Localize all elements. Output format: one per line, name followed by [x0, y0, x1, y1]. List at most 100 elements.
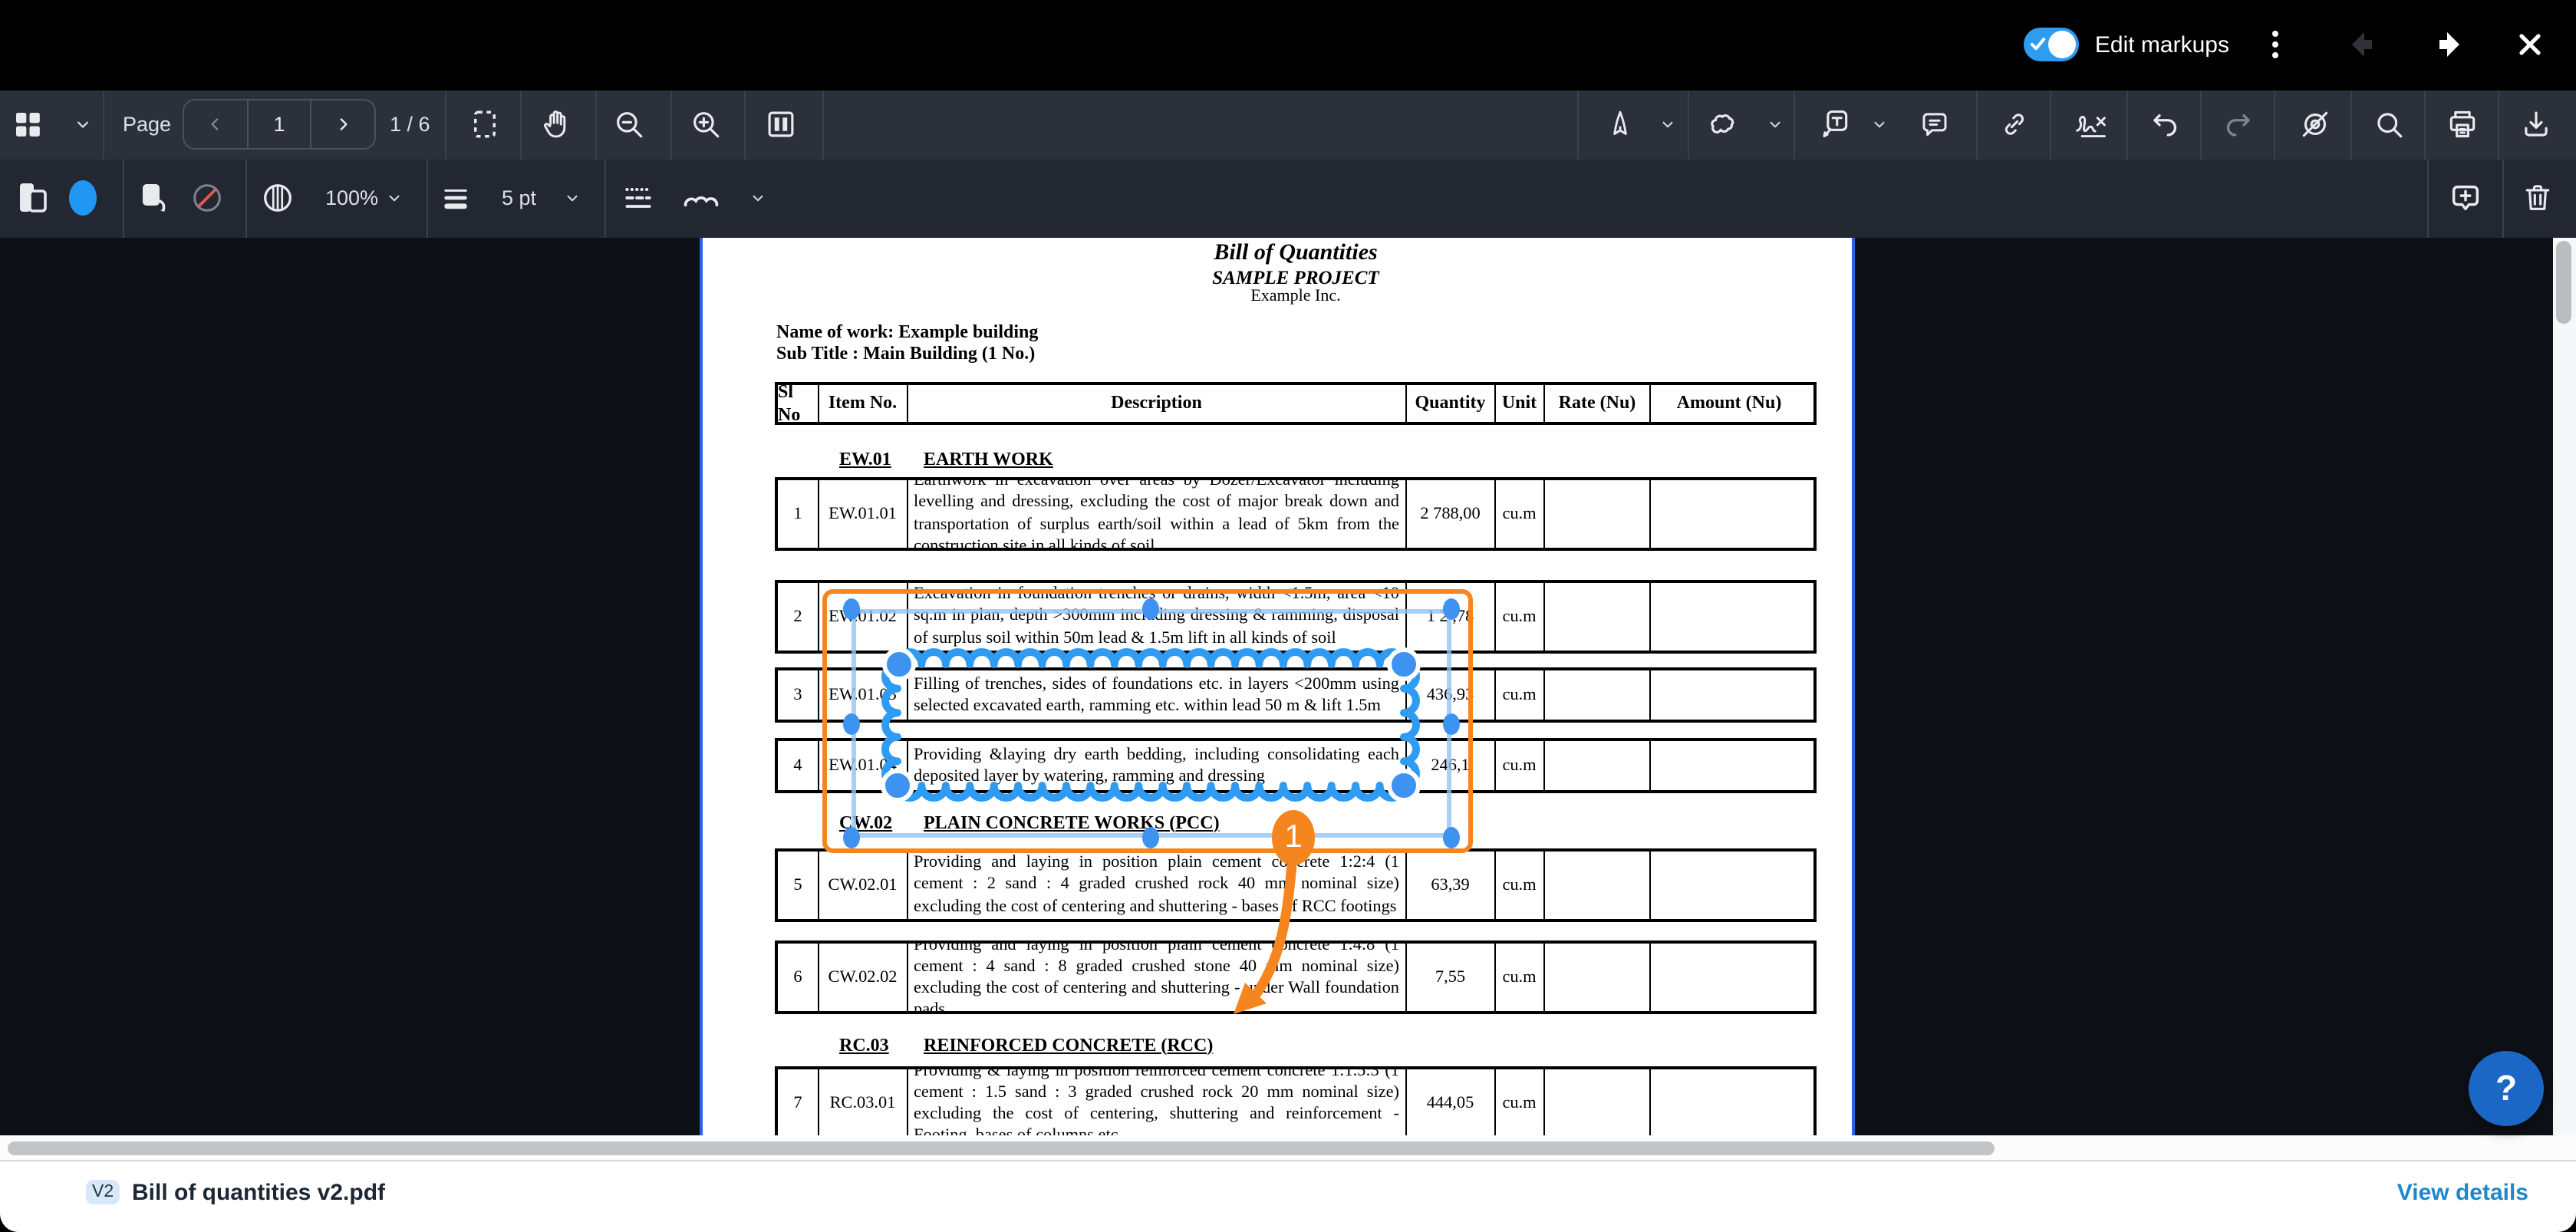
marquee-select-icon[interactable] [469, 107, 501, 141]
cloud-tool-chevron-icon[interactable] [1765, 114, 1785, 134]
top-bar: Edit markups [0, 0, 2576, 90]
no-fill-icon[interactable] [189, 181, 225, 216]
pen-tool-chevron-icon[interactable] [1658, 114, 1678, 134]
link-icon[interactable] [1999, 107, 2030, 141]
table-row: 4EW.01.04 Providing &laying dry earth be… [775, 738, 1817, 793]
app-window: Edit markups Page 1 [0, 0, 2576, 1232]
back-arrow-icon[interactable] [2340, 22, 2392, 68]
cloud-handle-bottom-left[interactable] [881, 769, 914, 802]
resize-handle-bottom-left[interactable] [842, 827, 859, 848]
toggle-knob [2049, 31, 2077, 59]
version-badge: V2 [86, 1180, 120, 1204]
col-quantity: Quantity [1407, 384, 1495, 421]
cloud-border-style-icon[interactable] [681, 183, 721, 214]
opacity-icon[interactable] [260, 181, 295, 216]
page-layout-icon[interactable] [765, 108, 797, 140]
download-icon[interactable] [2520, 107, 2552, 141]
page-next-button[interactable] [311, 100, 374, 148]
style-toolbar: 100% 5 pt [0, 159, 2576, 238]
document-viewport[interactable]: Bill of Quantities SAMPLE PROJECT Exampl… [0, 238, 2576, 1135]
hide-markups-icon[interactable] [2298, 107, 2332, 141]
edit-markups-toggle[interactable] [2024, 28, 2080, 62]
redo-icon[interactable] [2222, 107, 2255, 141]
table-row: 3EW.01.03 Filling of trenches, sides of … [775, 667, 1817, 723]
signature-icon[interactable] [2073, 107, 2110, 141]
col-unit: Unit [1495, 384, 1545, 421]
col-description: Description [908, 384, 1407, 421]
thumbnails-chevron-icon[interactable] [72, 114, 94, 135]
col-itemno: Item No. [819, 384, 908, 421]
overflow-menu-icon[interactable] [2263, 22, 2288, 68]
horizontal-scrollbar-thumb[interactable] [8, 1141, 1995, 1155]
table-row: 7RC.03.01 Providing & laying in position… [775, 1066, 1817, 1135]
stroke-color-icon[interactable] [15, 180, 52, 217]
section-title: REINFORCED CONCRETE (RCC) [924, 1033, 1213, 1056]
forward-arrow-icon[interactable] [2420, 22, 2472, 68]
page-label: Page [123, 113, 171, 136]
page-navigator: 1 [183, 99, 376, 150]
thickness-value[interactable]: 5 pt [502, 187, 536, 210]
resize-handle-mid-right[interactable] [1442, 713, 1459, 734]
comment-number: 1 [1284, 819, 1302, 856]
file-name: Bill of quantities v2.pdf [132, 1180, 385, 1206]
thumbnails-grid-icon[interactable] [12, 109, 43, 140]
page-prev-button[interactable] [184, 100, 246, 148]
file-bar: V2 Bill of quantities v2.pdf View detail… [0, 1161, 2576, 1232]
line-thickness-icon[interactable] [439, 182, 473, 216]
col-rate: Rate (Nu) [1545, 384, 1651, 421]
resize-handle-top-right[interactable] [1442, 598, 1459, 620]
resize-handle-mid-left[interactable] [842, 713, 859, 734]
print-icon[interactable] [2446, 107, 2479, 141]
undo-icon[interactable] [2149, 107, 2181, 141]
pan-hand-icon[interactable] [541, 107, 573, 141]
opacity-chevron-icon[interactable] [384, 189, 404, 209]
callout-text-tool-icon[interactable] [1818, 107, 1852, 141]
note-comment-icon[interactable] [1919, 107, 1951, 141]
cloud-handle-bottom-right[interactable] [1387, 769, 1421, 802]
table-header-row: Sl No Item No. Description Quantity Unit… [775, 381, 1817, 424]
cloud-handle-top-right[interactable] [1387, 647, 1421, 681]
table-row: 2EW.01.02 Excavation in foundation trenc… [775, 579, 1817, 653]
cloud-shape-tool-icon[interactable] [1705, 107, 1741, 141]
doc-title: Bill of Quantities [775, 241, 1817, 267]
help-button[interactable]: ? [2469, 1051, 2544, 1126]
stroke-color-swatch[interactable] [69, 181, 97, 216]
close-icon[interactable] [2508, 24, 2551, 67]
doc-company: Example Inc. [775, 287, 1817, 305]
document-content: Bill of Quantities SAMPLE PROJECT Exampl… [0, 238, 2576, 1135]
resize-handle-top-mid[interactable] [1142, 598, 1159, 620]
horizontal-scrollbar[interactable] [0, 1135, 2576, 1161]
border-style-chevron-icon[interactable] [748, 189, 768, 209]
col-amount: Amount (Nu) [1651, 384, 1807, 421]
doc-name-of-work: Name of work: Example building [776, 321, 1038, 344]
page-number-input[interactable]: 1 [246, 100, 310, 148]
section-title: PLAIN CONCRETE WORKS (PCC) [924, 811, 1220, 834]
zoom-in-icon[interactable] [690, 107, 722, 141]
thickness-chevron-icon[interactable] [562, 189, 582, 209]
search-icon[interactable] [2373, 107, 2405, 141]
pen-tool-icon[interactable] [1605, 107, 1636, 141]
zoom-out-icon[interactable] [613, 107, 645, 141]
page-count-label: 1 / 6 [390, 113, 430, 136]
help-question-mark: ? [2495, 1068, 2517, 1109]
check-icon [2029, 35, 2049, 54]
resize-handle-top-left[interactable] [842, 598, 859, 620]
col-slno: Sl No [778, 384, 819, 421]
opacity-value[interactable]: 100% [325, 187, 378, 210]
fill-color-icon[interactable] [135, 180, 172, 217]
table-row: 6CW.02.02 Providing and laying in positi… [775, 940, 1817, 1014]
cloud-handle-top-left[interactable] [882, 647, 916, 681]
vertical-scrollbar-thumb[interactable] [2556, 241, 2571, 324]
resize-handle-bottom-right[interactable] [1442, 827, 1459, 848]
main-toolbar: Page 1 1 / 6 [0, 90, 2576, 159]
line-style-icon[interactable] [621, 182, 655, 216]
resize-handle-bottom-mid[interactable] [1142, 827, 1159, 848]
add-note-icon[interactable] [2448, 181, 2483, 216]
delete-trash-icon[interactable] [2521, 181, 2555, 216]
section-code: EW.01 [839, 448, 891, 471]
comment-marker[interactable]: 1 [1272, 810, 1315, 865]
section-code: RC.03 [839, 1033, 889, 1056]
callout-tool-chevron-icon[interactable] [1869, 114, 1889, 134]
vertical-scrollbar[interactable] [2553, 238, 2576, 1135]
view-details-link[interactable]: View details [2397, 1180, 2528, 1206]
